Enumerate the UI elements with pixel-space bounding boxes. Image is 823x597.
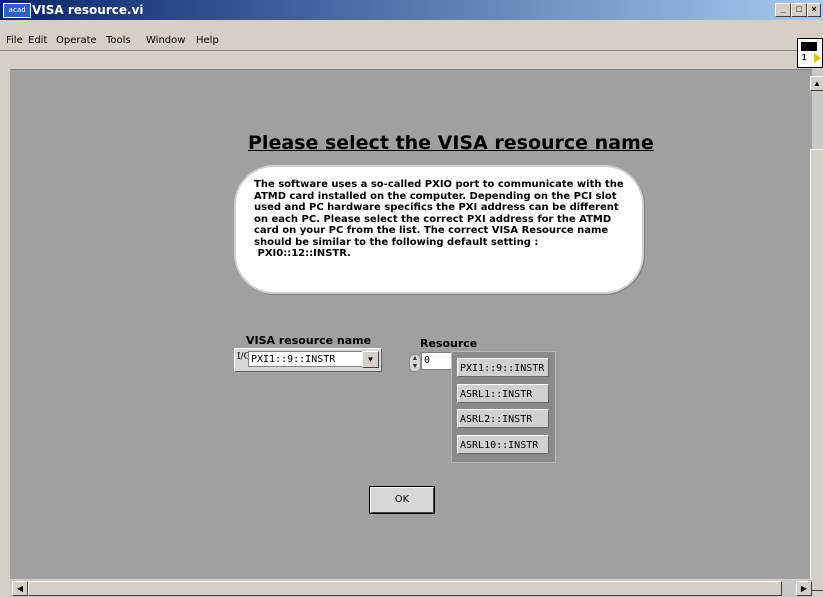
array-index-value[interactable]: 0	[421, 352, 455, 370]
run-arrow-icon	[814, 53, 821, 63]
menu-tools[interactable]: Tools	[106, 35, 131, 47]
page-heading: Please select the VISA resource name	[248, 132, 654, 154]
ok-button[interactable]: OK	[369, 486, 435, 514]
vertical-scroll-thumb[interactable]	[810, 149, 823, 591]
vi-screen-icon	[801, 42, 817, 51]
menu-help[interactable]: Help	[196, 35, 219, 47]
close-button[interactable]: ×	[807, 3, 821, 17]
menu-file[interactable]: File	[6, 35, 23, 47]
resource-array: PXI1::9::INSTR ASRL1::INSTR ASRL2::INSTR…	[451, 351, 556, 463]
resource-item-3[interactable]: ASRL10::INSTR	[457, 435, 549, 454]
maximize-button[interactable]: □	[791, 3, 807, 17]
scroll-left-button[interactable]: ◀	[12, 581, 28, 596]
menu-window[interactable]: Window	[146, 35, 185, 47]
resource-item-1[interactable]: ASRL1::INSTR	[457, 384, 549, 403]
menu-operate[interactable]: Operate	[56, 35, 97, 47]
info-box: The software uses a so-called PXIO port …	[234, 165, 644, 294]
resource-label: Resource	[420, 337, 478, 350]
menu-bar: File Edit Operate Tools Window Help	[0, 20, 823, 51]
visa-resource-field[interactable]: PXI1::9::INSTR	[248, 351, 365, 367]
horizontal-scroll-thumb[interactable]	[28, 581, 782, 596]
scroll-right-button[interactable]: ▶	[796, 581, 812, 596]
scroll-up-button[interactable]: ▲	[810, 76, 823, 91]
labview-app-icon[interactable]: acad	[3, 3, 31, 18]
visa-resource-control[interactable]: I/O PXI1::9::INSTR ▼	[234, 348, 382, 372]
title-bar: acad VISA resource.vi _ □ ×	[0, 0, 823, 20]
menu-edit[interactable]: Edit	[28, 35, 47, 47]
vertical-scrollbar[interactable]: ▲	[810, 69, 823, 591]
horizontal-scrollbar[interactable]: ◀ ▶	[10, 579, 812, 597]
visa-resource-label: VISA resource name	[246, 334, 372, 347]
dropdown-arrow-icon[interactable]: ▼	[362, 351, 379, 368]
window-title: VISA resource.vi	[32, 3, 144, 17]
info-text: The software uses a so-called PXIO port …	[254, 179, 624, 259]
vi-connector-icon[interactable]: 1	[797, 38, 823, 68]
resource-item-0[interactable]: PXI1::9::INSTR	[457, 358, 549, 377]
vi-icon-number: 1	[802, 53, 807, 62]
index-spinner-icon[interactable]: ▲ ▼	[409, 354, 421, 372]
minimize-button[interactable]: _	[775, 3, 791, 17]
resource-item-2[interactable]: ASRL2::INSTR	[457, 409, 549, 428]
